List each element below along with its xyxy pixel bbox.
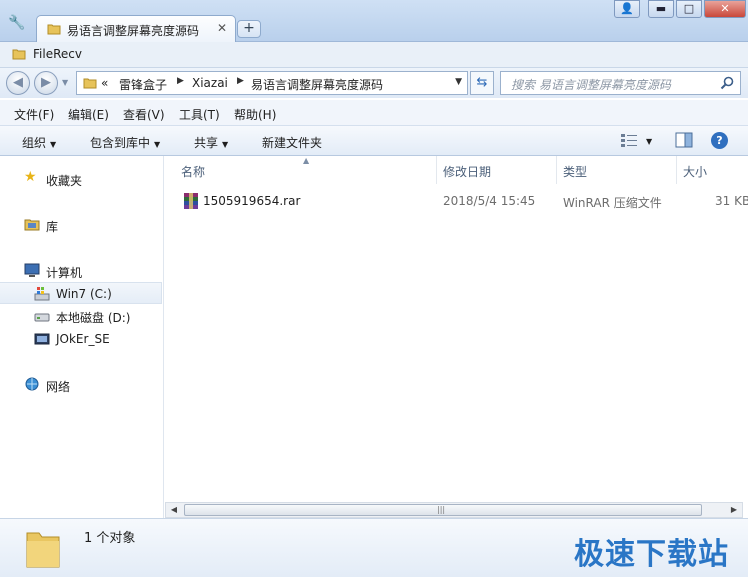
nav-item-network[interactable]: 网络 [0, 374, 162, 396]
drive-icon [34, 333, 50, 345]
nav-label: 计算机 [46, 266, 83, 280]
column-label: 类型 [563, 165, 588, 179]
nav-item-drive-se[interactable]: JOkEr_SE [0, 328, 162, 350]
column-header-date[interactable]: 修改日期 [437, 156, 557, 184]
column-label: 修改日期 [443, 165, 492, 179]
menu-tools[interactable]: 工具(T) [179, 106, 220, 123]
file-date: 2018/5/4 15:45 [443, 194, 536, 208]
address-row: ◀ ▶ ▼ « 雷锋盒子 ▶ Xiazai ▶ 易语言调整屏幕亮度源码 ▼ ⇆ … [0, 68, 748, 98]
navigation-pane: ★ 收藏夹 库 计算机 Win7 (C:) 本地磁盘 (D:) JOkEr_SE… [0, 156, 164, 518]
organize-button[interactable]: 组织 ▼ [22, 134, 56, 151]
menu-edit[interactable]: 编辑(E) [68, 106, 109, 123]
menu-file[interactable]: 文件(F) [14, 106, 54, 123]
include-library-button[interactable]: 包含到库中 ▼ [90, 134, 160, 151]
history-dropdown-icon[interactable]: ▼ [62, 78, 68, 87]
tab-label: 易语言调整屏幕亮度源码 [67, 24, 200, 38]
column-header-name[interactable]: ▲ 名称 [165, 156, 437, 184]
grip-icon: ||| [437, 505, 446, 514]
refresh-button[interactable]: ⇆ [470, 71, 494, 95]
breadcrumb-separator-icon[interactable]: ▶ [177, 76, 184, 86]
breadcrumb-overflow[interactable]: « [101, 76, 108, 90]
details-pane: 1 个对象 极速下载站 [0, 518, 748, 577]
network-icon [25, 377, 39, 391]
watermark-logo: 极速下载站 [574, 537, 729, 572]
breadcrumb-item[interactable]: 雷锋盒子 [119, 76, 167, 93]
back-button[interactable]: ◀ [6, 71, 30, 95]
folder-icon [26, 532, 60, 568]
sort-ascending-icon: ▲ [303, 156, 310, 165]
star-icon: ★ [24, 169, 37, 185]
path-label[interactable]: FileRecv [33, 47, 82, 61]
user-icon[interactable]: 👤 [614, 0, 640, 18]
file-size: 31 KB [715, 194, 748, 208]
share-button[interactable]: 共享 ▼ [194, 134, 228, 151]
menu-bar: 文件(F) 编辑(E) 查看(V) 工具(T) 帮助(H) [0, 100, 748, 126]
breadcrumb-separator-icon[interactable]: ▶ [237, 76, 244, 86]
include-library-label: 包含到库中 [90, 136, 151, 150]
scroll-right-icon[interactable]: ▶ [726, 503, 742, 517]
wrench-icon[interactable]: 🔧 [8, 14, 26, 32]
file-name: 1505919654.rar [203, 194, 301, 208]
search-placeholder: 搜索 易语言调整屏幕亮度源码 [511, 78, 671, 92]
nav-label: 网络 [46, 380, 71, 394]
nav-label: 库 [46, 220, 59, 234]
hard-drive-icon [34, 313, 50, 322]
scroll-left-icon[interactable]: ◀ [166, 503, 182, 517]
help-icon[interactable]: ? [711, 132, 728, 149]
chevron-down-icon: ▼ [222, 140, 229, 149]
nav-label: JOkEr_SE [56, 332, 110, 346]
column-label: 名称 [181, 165, 206, 179]
title-bar: 🔧 易语言调整屏幕亮度源码 ✕ + 👤 ▬ □ ✕ [0, 0, 748, 42]
nav-item-drive-c[interactable]: Win7 (C:) [0, 282, 162, 304]
horizontal-scrollbar[interactable]: ◀ ||| ▶ [165, 502, 743, 518]
chevron-down-icon: ▼ [154, 140, 161, 149]
forward-button[interactable]: ▶ [34, 71, 58, 95]
tab-current-folder[interactable]: 易语言调整屏幕亮度源码 ✕ [36, 15, 236, 42]
view-options-icon[interactable] [620, 132, 638, 148]
library-icon [24, 219, 40, 231]
file-list: ▲ 名称 修改日期 类型 大小 1505919654.rar 2018/5/4 … [165, 156, 748, 518]
search-icon[interactable] [719, 75, 735, 91]
tab-close-icon[interactable]: ✕ [217, 21, 227, 35]
rar-archive-icon [184, 193, 198, 209]
nav-label: Win7 (C:) [56, 287, 112, 301]
share-label: 共享 [194, 136, 219, 150]
chevron-down-icon: ▼ [50, 140, 57, 149]
maximize-button[interactable]: □ [676, 0, 702, 18]
nav-item-favorites[interactable]: ★ 收藏夹 [0, 168, 162, 190]
command-bar: 组织 ▼ 包含到库中 ▼ 共享 ▼ 新建文件夹 ▼ ? [0, 126, 748, 156]
column-header-type[interactable]: 类型 [557, 156, 677, 184]
column-header-size[interactable]: 大小 [677, 156, 748, 184]
organize-label: 组织 [22, 136, 47, 150]
favorite-path-bar: FileRecv [0, 42, 748, 68]
window-controls: 👤 ▬ □ ✕ [612, 0, 746, 20]
column-label: 大小 [683, 165, 708, 179]
address-bar[interactable]: « 雷锋盒子 ▶ Xiazai ▶ 易语言调整屏幕亮度源码 ▼ [76, 71, 468, 95]
address-dropdown-icon[interactable]: ▼ [455, 77, 462, 87]
nav-item-computer[interactable]: 计算机 [0, 260, 162, 282]
new-tab-button[interactable]: + [237, 20, 261, 38]
file-type: WinRAR 压缩文件 [563, 196, 662, 210]
new-folder-button[interactable]: 新建文件夹 [262, 134, 322, 151]
computer-icon [24, 263, 40, 277]
minimize-button[interactable]: ▬ [648, 0, 674, 18]
menu-help[interactable]: 帮助(H) [234, 106, 276, 123]
view-dropdown-icon[interactable]: ▼ [646, 137, 652, 146]
system-drive-icon [34, 287, 50, 301]
folder-icon [83, 78, 97, 89]
search-input[interactable]: 搜索 易语言调整屏幕亮度源码 [500, 71, 741, 95]
folder-icon [12, 49, 26, 60]
scroll-thumb[interactable]: ||| [184, 504, 702, 516]
breadcrumb-item[interactable]: Xiazai [192, 76, 228, 90]
nav-label: 收藏夹 [46, 174, 83, 188]
nav-label: 本地磁盘 (D:) [56, 311, 131, 325]
item-count: 1 个对象 [84, 531, 136, 546]
menu-view[interactable]: 查看(V) [123, 106, 165, 123]
breadcrumb-item[interactable]: 易语言调整屏幕亮度源码 [251, 76, 383, 93]
nav-item-libraries[interactable]: 库 [0, 214, 162, 236]
folder-icon [47, 24, 61, 35]
close-button[interactable]: ✕ [704, 0, 746, 18]
nav-item-drive-d[interactable]: 本地磁盘 (D:) [0, 305, 162, 327]
preview-pane-icon[interactable] [675, 132, 693, 148]
